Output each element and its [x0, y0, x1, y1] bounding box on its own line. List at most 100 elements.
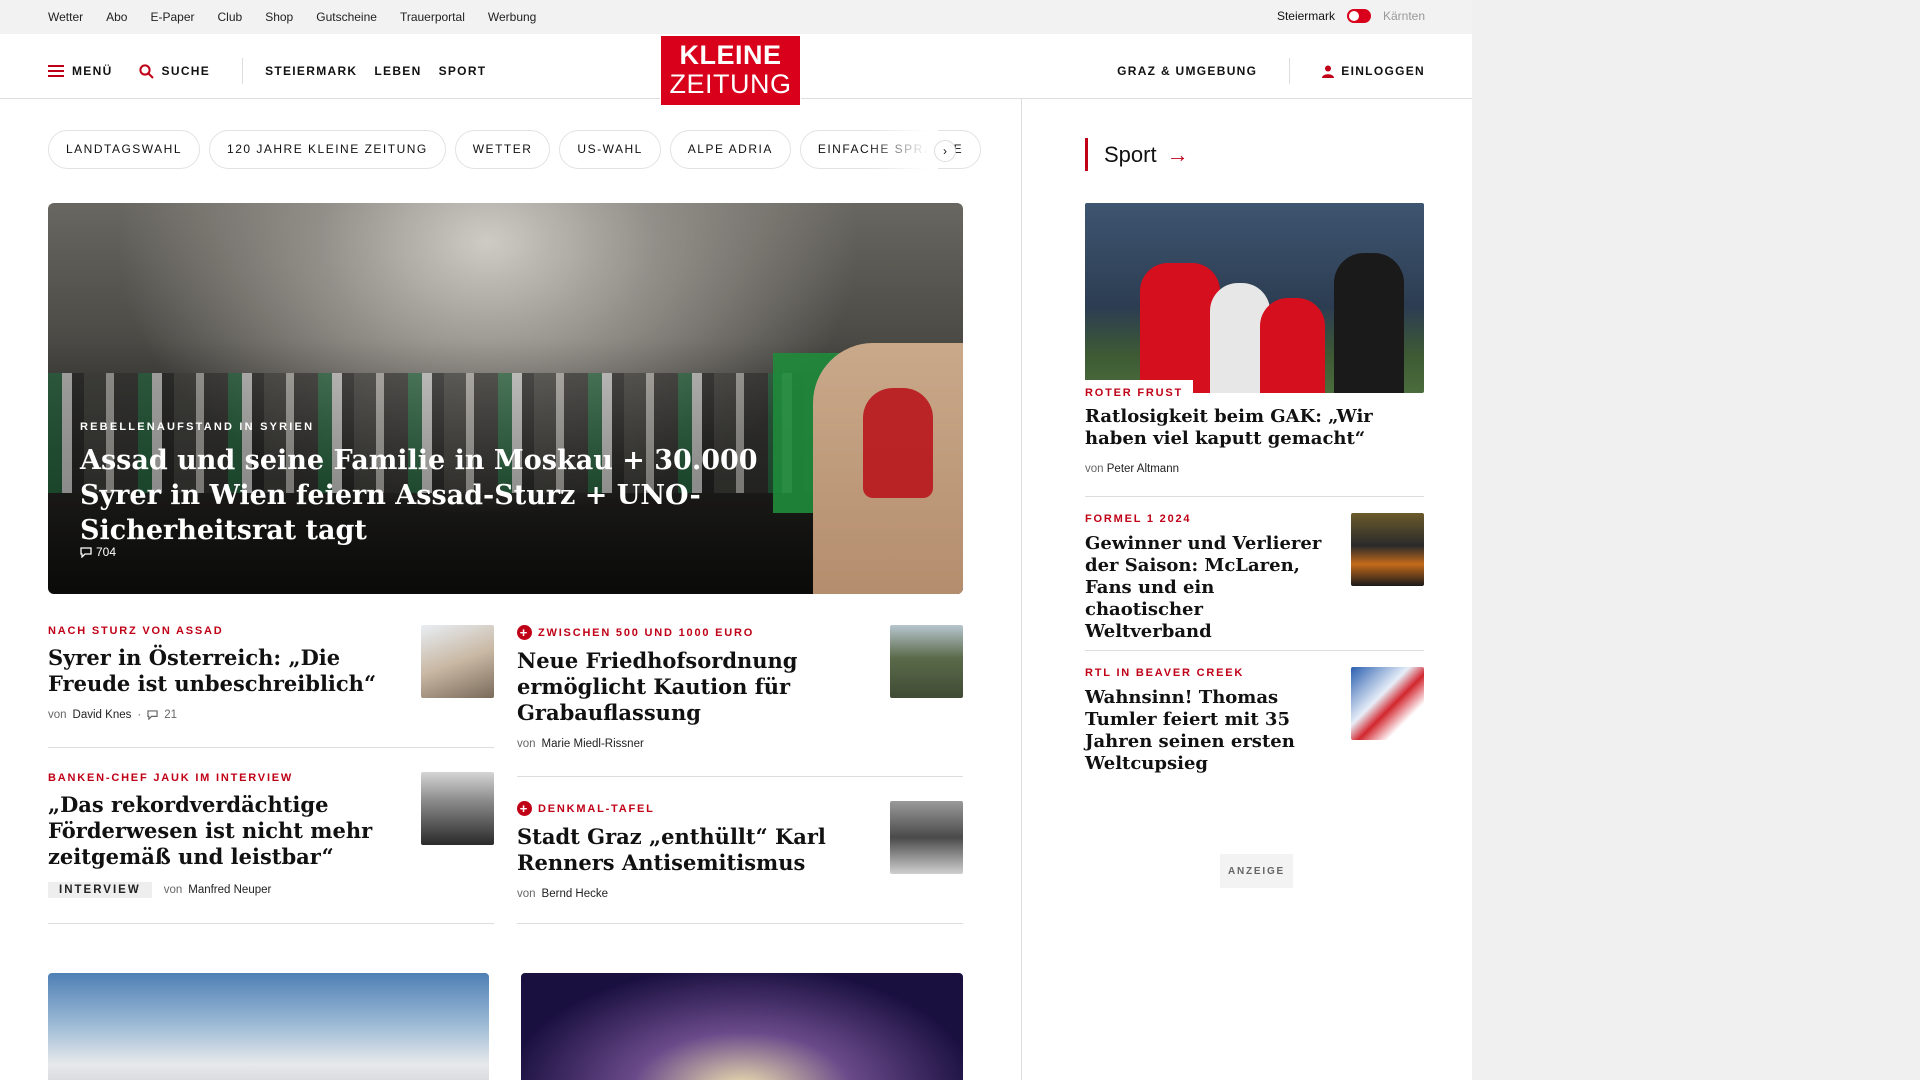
interview-tag: INTERVIEW — [48, 882, 152, 898]
nav-leben[interactable]: LEBEN — [374, 64, 421, 78]
sport-teaser-thumbnail — [1351, 667, 1424, 740]
teaser-thumbnail — [421, 772, 494, 845]
menu-button[interactable]: MENÜ — [48, 64, 113, 78]
sport-lead-meta: von Peter Altmann — [1085, 463, 1179, 475]
chip-landtagswahl[interactable]: LANDTAGSWAHL — [48, 130, 201, 169]
sport-teaser-formel1[interactable]: FORMEL 1 2024 Gewinner und Verlierer der… — [1085, 513, 1424, 643]
region-steiermark[interactable]: Steiermark — [1277, 9, 1335, 23]
region-kaernten[interactable]: Kärnten — [1383, 9, 1425, 23]
author[interactable]: Peter Altmann — [1107, 463, 1179, 475]
sport-divider — [1085, 496, 1424, 497]
author[interactable]: Manfred Neuper — [188, 884, 271, 896]
utility-link-club[interactable]: Club — [218, 10, 243, 24]
utility-link-werbung[interactable]: Werbung — [488, 10, 536, 24]
teaser-title[interactable]: „Das rekordverdächtige Förderwesen ist n… — [48, 792, 388, 870]
teaser-title[interactable]: Stadt Graz „enthüllt“ Karl Renners Antis… — [517, 824, 857, 876]
hero-article[interactable]: REBELLENAUFSTAND IN SYRIEN Assad und sei… — [48, 203, 963, 594]
teaser-kicker-text: ZWISCHEN 500 UND 1000 EURO — [538, 626, 755, 639]
chip-alpe-adria[interactable]: ALPE ADRIA — [669, 130, 791, 169]
search-icon — [138, 63, 154, 79]
region-toggle[interactable] — [1346, 9, 1371, 23]
teaser-title[interactable]: Neue Friedhofsordnung ermöglicht Kaution… — [517, 648, 857, 726]
comment-icon — [80, 546, 92, 558]
teaser-syrer[interactable]: NACH STURZ VON ASSAD Syrer in Österreich… — [48, 625, 494, 748]
search-label: SUCHE — [161, 64, 211, 78]
referee-figure — [1334, 253, 1404, 393]
teaser-renner[interactable]: + DENKMAL-TAFEL Stadt Graz „enthüllt“ Kar… — [517, 801, 963, 924]
byline-prefix: von — [517, 888, 536, 900]
sport-divider — [1085, 650, 1424, 651]
hero-kicker: REBELLENAUFSTAND IN SYRIEN — [80, 421, 315, 433]
chip-fade — [868, 130, 938, 169]
byline-prefix: von — [1085, 463, 1104, 475]
hero-image-handprint — [863, 388, 933, 498]
teaser-divider — [517, 776, 963, 777]
arrow-right-icon: → — [1166, 142, 1189, 167]
teaser-image-mountain[interactable] — [48, 973, 489, 1080]
utility-link-shop[interactable]: Shop — [265, 10, 293, 24]
nav-sport[interactable]: SPORT — [439, 64, 487, 78]
utility-links: Wetter Abo E-Paper Club Shop Gutscheine … — [48, 10, 536, 24]
utility-link-gutscheine[interactable]: Gutscheine — [316, 10, 377, 24]
teaser-meta: von David Knes · 21 — [48, 709, 494, 721]
chip-wetter[interactable]: WETTER — [454, 130, 551, 169]
teaser-meta: von Marie Miedl-Rissner — [517, 738, 963, 750]
hero-comments[interactable]: 704 — [80, 545, 116, 559]
teaser-image-concert[interactable] — [521, 973, 963, 1080]
hero-comment-count: 704 — [96, 545, 117, 559]
author[interactable]: Marie Miedl-Rissner — [542, 738, 644, 750]
sport-teaser-title[interactable]: Gewinner und Verlierer der Saison: McLar… — [1085, 533, 1330, 643]
comment-icon — [147, 710, 158, 720]
sport-lead-kicker: ROTER FRUST — [1085, 380, 1194, 401]
comment-count[interactable]: 21 — [164, 709, 177, 721]
chip-us-wahl[interactable]: US-WAHL — [559, 130, 661, 169]
menu-label: MENÜ — [72, 64, 113, 78]
sport-section-link[interactable]: Sport → — [1085, 138, 1189, 171]
utility-link-wetter[interactable]: Wetter — [48, 10, 83, 24]
teaser-meta: INTERVIEW von Manfred Neuper — [48, 882, 494, 898]
nav-steiermark[interactable]: STEIERMARK — [265, 64, 357, 78]
sport-lead-article[interactable]: ROTER FRUST Ratlosigkeit beim GAK: „Wir … — [1085, 203, 1424, 475]
hamburger-icon — [48, 65, 64, 77]
sport-lead-title[interactable]: Ratlosigkeit beim GAK: „Wir haben viel k… — [1085, 406, 1415, 450]
teaser-divider — [48, 747, 494, 748]
sport-teaser-tumler[interactable]: RTL IN BEAVER CREEK Wahnsinn! Thomas Tum… — [1085, 667, 1424, 775]
topic-chips: LANDTAGSWAHL 120 JAHRE KLEINE ZEITUNG WE… — [48, 130, 982, 169]
hero-title[interactable]: Assad und seine Familie in Moskau + 30.0… — [80, 443, 840, 548]
author[interactable]: David Knes — [73, 709, 132, 721]
hero-text: REBELLENAUFSTAND IN SYRIEN Assad und sei… — [80, 421, 840, 548]
logo-line1: KLEINE — [679, 40, 782, 70]
logo-line2: ZEITUNG — [669, 69, 792, 99]
chip-120-jahre[interactable]: 120 JAHRE KLEINE ZEITUNG — [209, 130, 446, 169]
teaser-thumbnail — [421, 625, 494, 698]
utility-link-trauerportal[interactable]: Trauerportal — [400, 10, 465, 24]
chips-next-button[interactable]: › — [934, 140, 956, 162]
nav-right: GRAZ & UMGEBUNG EINLOGGEN — [1117, 58, 1425, 84]
teaser-divider — [517, 923, 963, 924]
region-switch: Steiermark Kärnten — [1277, 9, 1425, 23]
login-button[interactable]: EINLOGGEN — [1322, 64, 1425, 78]
sport-teaser-thumbnail — [1351, 513, 1424, 586]
author[interactable]: Bernd Hecke — [542, 888, 608, 900]
teaser-thumbnail — [890, 625, 963, 698]
nav-left: MENÜ SUCHE STEIERMARK LEBEN SPORT — [48, 58, 503, 84]
sport-lead-image — [1085, 203, 1424, 393]
sport-teaser-title[interactable]: Wahnsinn! Thomas Tumler feiert mit 35 Ja… — [1085, 687, 1330, 775]
utility-link-abo[interactable]: Abo — [106, 10, 127, 24]
main-header: MENÜ SUCHE STEIERMARK LEBEN SPORT KLEINE… — [0, 34, 1472, 106]
teaser-title[interactable]: Syrer in Österreich: „Die Freude ist unb… — [48, 645, 388, 697]
user-icon — [1322, 65, 1335, 78]
teaser-friedhof[interactable]: + ZWISCHEN 500 UND 1000 EURO Neue Friedho… — [517, 625, 963, 777]
utility-link-epaper[interactable]: E-Paper — [150, 10, 194, 24]
byline-prefix: von — [517, 738, 536, 750]
plus-icon: + — [517, 801, 532, 816]
logo[interactable]: KLEINE ZEITUNG — [660, 35, 801, 106]
search-button[interactable]: SUCHE — [138, 63, 211, 79]
byline-prefix: von — [48, 709, 67, 721]
nav-graz-umgebung[interactable]: GRAZ & UMGEBUNG — [1117, 64, 1257, 78]
column-divider — [1021, 99, 1022, 1080]
player-figure — [1260, 298, 1325, 393]
chevron-right-icon: › — [943, 144, 947, 158]
byline-prefix: von — [163, 884, 183, 896]
teaser-jauk[interactable]: BANKEN-CHEF JAUK IM INTERVIEW „Das rekor… — [48, 772, 494, 924]
